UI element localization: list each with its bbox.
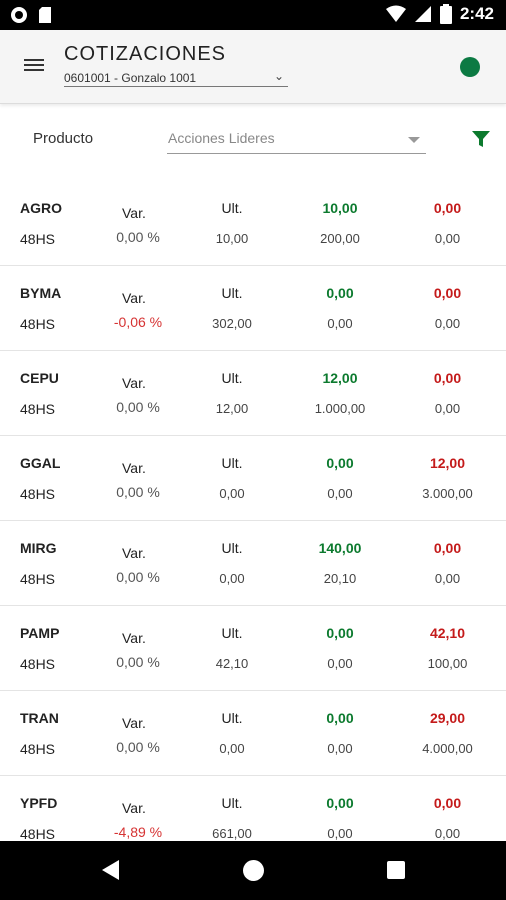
filter-funnel-icon[interactable] bbox=[472, 130, 490, 148]
status-time: 2:42 bbox=[459, 4, 494, 23]
quote-row[interactable]: MIRG 48HS Var. 0,00 % Ult. 0,00 140,00 20,10 0,0… bbox=[0, 521, 506, 606]
connection-status-indicator bbox=[460, 57, 480, 77]
status-bar: 2:42 bbox=[0, 0, 506, 30]
ask-quantity: 4.000,00 bbox=[422, 741, 473, 756]
quote-row[interactable]: AGRO 48HS Var. 0,00 % Ult. 10,00 10,00 200,00 0,… bbox=[0, 181, 506, 266]
filter-row: Producto Acciones Lideres bbox=[0, 104, 506, 166]
hamburger-menu-icon[interactable] bbox=[22, 56, 46, 78]
quote-list[interactable]: AGRO 48HS Var. 0,00 % Ult. 10,00 10,00 200,00 0,… bbox=[0, 181, 506, 841]
quote-row[interactable]: BYMA 48HS Var. -0,06 % Ult. 302,00 0,00 0,00 0,0… bbox=[0, 266, 506, 351]
status-right-icons: 2:42 bbox=[385, 4, 494, 24]
ask-price: 42,10 bbox=[429, 625, 466, 641]
account-value: 0601001 - Gonzalo 1001 bbox=[64, 71, 197, 85]
product-selected-value: Acciones Lideres bbox=[168, 130, 275, 146]
ask-price: 0,00 bbox=[433, 285, 462, 301]
home-icon[interactable] bbox=[243, 860, 264, 881]
status-left-icons bbox=[10, 6, 52, 24]
ask-quantity: 3.000,00 bbox=[422, 486, 473, 501]
signal-icon bbox=[414, 6, 431, 22]
circle-record-icon bbox=[11, 7, 27, 23]
chevron-down-icon: ⌄ bbox=[273, 69, 284, 83]
ask-quantity: 0,00 bbox=[434, 231, 461, 246]
quote-row[interactable]: GGAL 48HS Var. 0,00 % Ult. 0,00 0,00 0,00 12,00 3… bbox=[0, 436, 506, 521]
quote-row[interactable]: PAMP 48HS Var. 0,00 % Ult. 42,10 0,00 0,00 42,10… bbox=[0, 606, 506, 691]
dropdown-arrow-icon bbox=[408, 137, 420, 143]
ask-price: 0,00 bbox=[433, 795, 462, 811]
ask-price: 29,00 bbox=[429, 710, 466, 726]
ask-price: 0,00 bbox=[433, 370, 462, 386]
wifi-icon bbox=[385, 5, 406, 22]
ask-quantity: 0,00 bbox=[434, 316, 461, 331]
ask-quantity: 0,00 bbox=[434, 571, 461, 586]
recents-icon[interactable] bbox=[387, 861, 405, 879]
ask-quantity: 0,00 bbox=[434, 401, 461, 416]
ask-quantity: 0,00 bbox=[434, 826, 461, 841]
quote-row[interactable]: TRAN 48HS Var. 0,00 % Ult. 0,00 0,00 0,00 29,00 4… bbox=[0, 691, 506, 776]
account-dropdown[interactable]: 0601001 - Gonzalo 1001 ⌄ bbox=[64, 69, 288, 87]
back-icon[interactable] bbox=[102, 860, 119, 880]
product-dropdown[interactable]: Acciones Lideres bbox=[167, 126, 426, 154]
quote-row[interactable]: CEPU 48HS Var. 0,00 % Ult. 12,00 12,00 1.000,00… bbox=[0, 351, 506, 436]
ask-quantity: 100,00 bbox=[427, 656, 468, 671]
product-label: Producto bbox=[33, 130, 94, 147]
page-title: COTIZACIONES bbox=[64, 43, 227, 65]
app-bar: COTIZACIONES 0601001 - Gonzalo 1001 ⌄ bbox=[0, 30, 506, 104]
quote-row[interactable]: YPFD 48HS Var. -4,89 % Ult. 661,00 0,00 0,00 0,0… bbox=[0, 776, 506, 841]
ask-price: 12,00 bbox=[429, 455, 466, 471]
battery-icon bbox=[439, 4, 452, 24]
system-nav-bar bbox=[0, 841, 506, 900]
ask-price: 0,00 bbox=[433, 200, 462, 216]
sd-card-icon bbox=[39, 7, 51, 23]
ask-price: 0,00 bbox=[433, 540, 462, 556]
